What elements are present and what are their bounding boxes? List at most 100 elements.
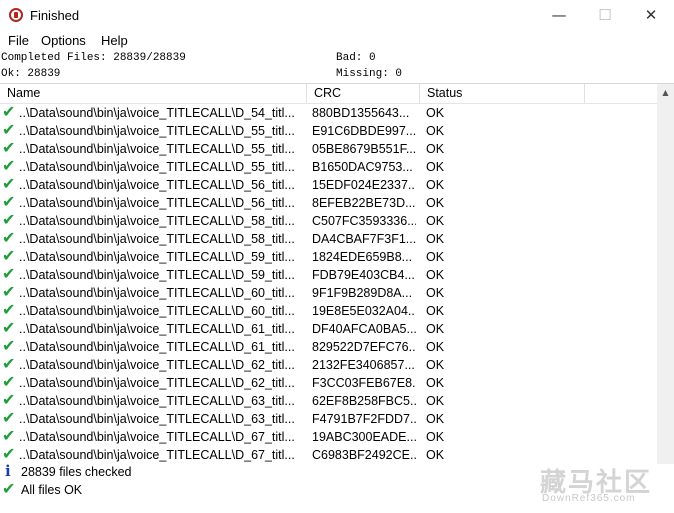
table-row[interactable]: ✔ ..\Data\sound\bin\ja\voice_TITLECALL\D_…: [0, 390, 657, 410]
green-check-icon: ✔: [2, 192, 16, 211]
row-name-cell: ..\Data\sound\bin\ja\voice_TITLECALL\D_5…: [19, 268, 295, 282]
app-lifebuoy-icon: [9, 8, 23, 22]
vertical-scrollbar[interactable]: ▲: [657, 84, 674, 464]
row-crc-cell: F4791B7F2FDD7...: [312, 412, 416, 426]
green-check-icon: ✔: [2, 408, 16, 427]
row-crc-cell: 8EFEB22BE73D...: [312, 196, 416, 210]
column-header-crc[interactable]: CRC: [307, 84, 420, 103]
table-row[interactable]: ✔ ..\Data\sound\bin\ja\voice_TITLECALL\D_…: [0, 157, 657, 176]
list-rows: ✔ ..\Data\sound\bin\ja\voice_TITLECALL\D_…: [0, 102, 657, 464]
green-check-icon: ✔: [2, 300, 16, 319]
table-row[interactable]: ✔ ..\Data\sound\bin\ja\voice_TITLECALL\D_…: [0, 228, 657, 248]
row-status-cell: OK: [426, 304, 445, 318]
table-row[interactable]: ✔ ..\Data\sound\bin\ja\voice_TITLECALL\D_…: [0, 336, 657, 356]
stats-panel: Completed Files: 28839/28839 Bad: 0 Ok: …: [0, 51, 674, 83]
title-bar: Finished — ☐ ✕: [0, 0, 674, 31]
column-header-name[interactable]: Name: [0, 84, 307, 103]
row-name-cell: ..\Data\sound\bin\ja\voice_TITLECALL\D_5…: [19, 106, 295, 120]
row-crc-cell: FDB79E403CB4...: [312, 268, 415, 282]
table-row[interactable]: ✔ ..\Data\sound\bin\ja\voice_TITLECALL\D_…: [0, 283, 657, 302]
row-name-cell: ..\Data\sound\bin\ja\voice_TITLECALL\D_5…: [19, 124, 295, 138]
completed-files-stat: Completed Files: 28839/28839: [1, 52, 186, 64]
row-crc-cell: 9F1F9B289D8A...: [312, 286, 413, 300]
row-crc-cell: 829522D7EFC76...: [312, 340, 416, 354]
close-button[interactable]: ✕: [628, 0, 674, 31]
row-crc-cell: DA4CBAF7F3F1...: [312, 232, 416, 246]
row-status-cell: OK: [426, 196, 445, 210]
row-name-cell: ..\Data\sound\bin\ja\voice_TITLECALL\D_6…: [19, 304, 295, 318]
all-ok-text: All files OK: [21, 483, 83, 497]
watermark: 藏马社区 DownRef365.com: [540, 462, 670, 510]
table-row[interactable]: ✔ ..\Data\sound\bin\ja\voice_TITLECALL\D_…: [0, 426, 657, 446]
row-name-cell: ..\Data\sound\bin\ja\voice_TITLECALL\D_5…: [19, 142, 295, 156]
table-row[interactable]: ✔ ..\Data\sound\bin\ja\voice_TITLECALL\D_…: [0, 139, 657, 158]
row-name-cell: ..\Data\sound\bin\ja\voice_TITLECALL\D_5…: [19, 196, 295, 210]
green-check-icon: ✔: [2, 426, 16, 445]
row-name-cell: ..\Data\sound\bin\ja\voice_TITLECALL\D_6…: [19, 394, 295, 408]
row-crc-cell: 1824EDE659B8...: [312, 250, 413, 264]
row-status-cell: OK: [426, 286, 445, 300]
row-name-cell: ..\Data\sound\bin\ja\voice_TITLECALL\D_6…: [19, 376, 295, 390]
table-row[interactable]: ✔ ..\Data\sound\bin\ja\voice_TITLECALL\D_…: [0, 192, 657, 212]
table-row[interactable]: ✔ ..\Data\sound\bin\ja\voice_TITLECALL\D_…: [0, 264, 657, 284]
row-crc-cell: 19ABC300EADE...: [312, 430, 416, 444]
row-name-cell: ..\Data\sound\bin\ja\voice_TITLECALL\D_5…: [19, 250, 295, 264]
watermark-site-text: DownRef365.com: [542, 493, 636, 504]
ok-stat: Ok: 28839: [1, 68, 61, 80]
row-name-cell: ..\Data\sound\bin\ja\voice_TITLECALL\D_6…: [19, 340, 295, 354]
row-status-cell: OK: [426, 430, 445, 444]
row-crc-cell: C6983BF2492CE...: [312, 448, 416, 462]
info-icon: i: [5, 462, 11, 480]
row-status-cell: OK: [426, 250, 445, 264]
list-header: Name CRC Status: [0, 84, 657, 104]
menu-options[interactable]: Options: [41, 33, 86, 48]
table-row[interactable]: ✔ ..\Data\sound\bin\ja\voice_TITLECALL\D_…: [0, 300, 657, 320]
menu-file[interactable]: File: [8, 33, 29, 48]
row-name-cell: ..\Data\sound\bin\ja\voice_TITLECALL\D_6…: [19, 448, 295, 462]
row-name-cell: ..\Data\sound\bin\ja\voice_TITLECALL\D_5…: [19, 160, 295, 174]
green-check-icon: ✔: [2, 264, 16, 283]
row-status-cell: OK: [426, 376, 445, 390]
green-check-icon: ✔: [2, 228, 16, 247]
row-status-cell: OK: [426, 340, 445, 354]
green-check-icon: ✔: [2, 210, 16, 229]
green-check-icon: ✔: [2, 372, 16, 391]
table-row[interactable]: ✔ ..\Data\sound\bin\ja\voice_TITLECALL\D_…: [0, 210, 657, 230]
table-row[interactable]: ✔ ..\Data\sound\bin\ja\voice_TITLECALL\D_…: [0, 102, 657, 122]
green-check-icon: ✔: [2, 336, 16, 355]
menu-bar: File Options Help: [0, 31, 674, 51]
green-check-icon: ✔: [2, 354, 16, 373]
row-name-cell: ..\Data\sound\bin\ja\voice_TITLECALL\D_6…: [19, 430, 295, 444]
files-checked-text: 28839 files checked: [21, 465, 132, 479]
row-status-cell: OK: [426, 178, 445, 192]
table-row[interactable]: ✔ ..\Data\sound\bin\ja\voice_TITLECALL\D_…: [0, 121, 657, 140]
row-status-cell: OK: [426, 412, 445, 426]
file-list: Name CRC Status ✔ ..\Data\sound\bin\ja\vo…: [0, 83, 674, 464]
row-crc-cell: DF40AFCA0BA5...: [312, 322, 416, 336]
table-row[interactable]: ✔ ..\Data\sound\bin\ja\voice_TITLECALL\D_…: [0, 372, 657, 392]
green-check-icon: ✔: [2, 318, 16, 337]
scroll-up-arrow-icon[interactable]: ▲: [657, 84, 674, 101]
row-crc-cell: C507FC3593336...: [312, 214, 416, 228]
table-row[interactable]: ✔ ..\Data\sound\bin\ja\voice_TITLECALL\D_…: [0, 247, 657, 266]
table-row[interactable]: ✔ ..\Data\sound\bin\ja\voice_TITLECALL\D_…: [0, 408, 657, 428]
table-row[interactable]: ✔ ..\Data\sound\bin\ja\voice_TITLECALL\D_…: [0, 318, 657, 338]
minimize-button[interactable]: —: [536, 0, 582, 31]
row-name-cell: ..\Data\sound\bin\ja\voice_TITLECALL\D_5…: [19, 232, 295, 246]
green-check-icon: ✔: [2, 102, 16, 121]
column-header-status[interactable]: Status: [420, 84, 585, 103]
table-row[interactable]: ✔ ..\Data\sound\bin\ja\voice_TITLECALL\D_…: [0, 354, 657, 374]
green-check-icon: ✔: [2, 390, 16, 409]
row-crc-cell: 2132FE3406857...: [312, 358, 415, 372]
bad-stat: Bad: 0: [336, 52, 376, 64]
row-crc-cell: 19E8E5E032A04...: [312, 304, 416, 318]
window-title: Finished: [30, 8, 80, 23]
table-row[interactable]: ✔ ..\Data\sound\bin\ja\voice_TITLECALL\D_…: [0, 175, 657, 194]
row-status-cell: OK: [426, 358, 445, 372]
row-crc-cell: 62EF8B258FBC5...: [312, 394, 416, 408]
menu-help[interactable]: Help: [101, 33, 128, 48]
row-status-cell: OK: [426, 124, 445, 138]
row-status-cell: OK: [426, 214, 445, 228]
maximize-button[interactable]: ☐: [582, 0, 628, 31]
row-crc-cell: 05BE8679B551F...: [312, 142, 416, 156]
